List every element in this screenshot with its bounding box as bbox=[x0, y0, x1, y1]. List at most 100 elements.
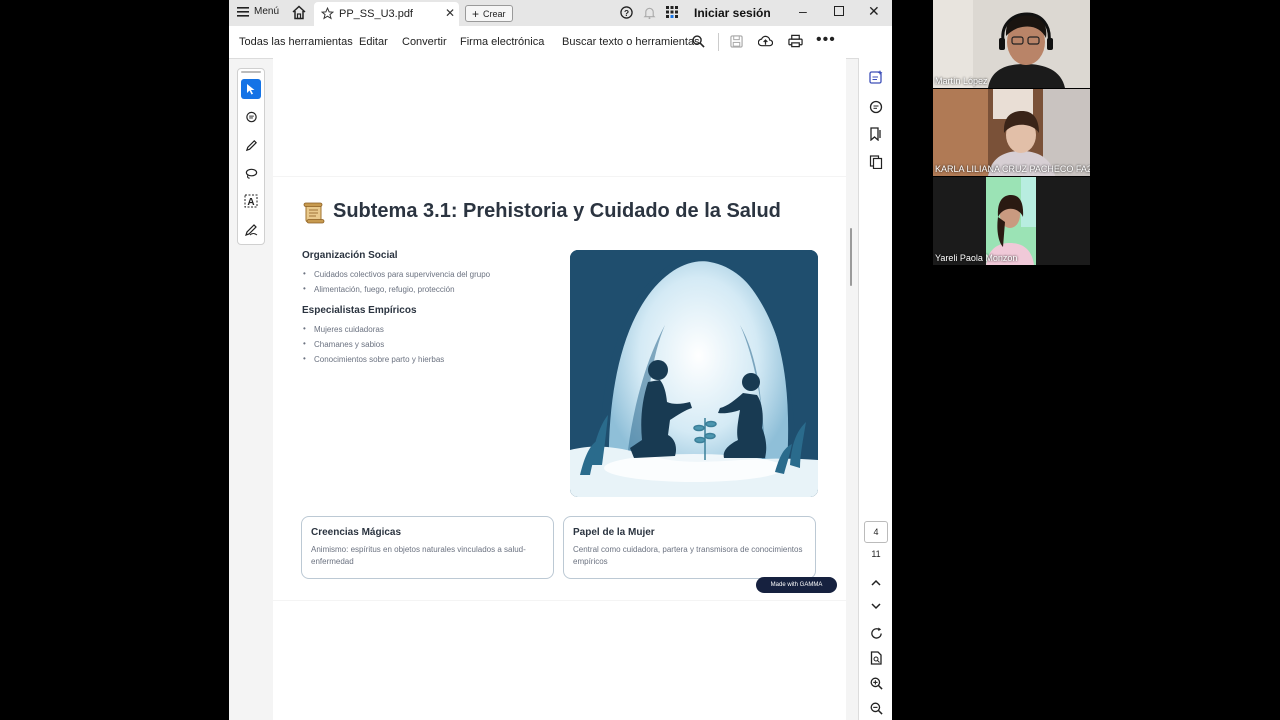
sign-tool[interactable] bbox=[241, 219, 261, 239]
apps-grid-icon[interactable] bbox=[666, 6, 678, 18]
zoom-in-icon bbox=[870, 677, 883, 690]
participant-video bbox=[933, 177, 1090, 265]
list-item: Chamanes y sabios bbox=[302, 339, 490, 349]
participant-name: KARLA LILIANA CRUZ PACHECO FA28 bbox=[935, 164, 1090, 174]
signature-pen-icon bbox=[245, 223, 258, 236]
upload-cloud-icon[interactable] bbox=[758, 34, 773, 48]
card-text: Animismo: espíritus en objetos naturales… bbox=[311, 545, 526, 566]
menu-button[interactable]: Menú bbox=[237, 6, 279, 17]
bookmark-icon bbox=[870, 127, 881, 141]
card-women-role: Papel de la Mujer Central como cuidadora… bbox=[563, 516, 816, 579]
card-magic-beliefs: Creencias Mágicas Animismo: espíritus en… bbox=[301, 516, 554, 579]
toolbar-divider bbox=[718, 33, 719, 51]
chevron-down-icon bbox=[871, 602, 881, 609]
convert-button[interactable]: Convertir bbox=[402, 36, 447, 48]
save-icon[interactable] bbox=[730, 35, 743, 48]
minimize-button[interactable]: – bbox=[799, 3, 807, 19]
text-tool[interactable]: A bbox=[241, 191, 261, 211]
participant-tile[interactable]: Martín López bbox=[933, 0, 1090, 88]
content-column: Organización Social Cuidados colectivos … bbox=[302, 250, 490, 364]
maximize-button[interactable] bbox=[834, 6, 844, 16]
print-icon[interactable] bbox=[788, 34, 803, 48]
close-window-button[interactable]: ✕ bbox=[868, 3, 880, 20]
draw-tool[interactable] bbox=[241, 163, 261, 183]
lasso-icon bbox=[245, 168, 257, 179]
cave-illustration bbox=[570, 250, 818, 497]
pen-icon bbox=[245, 139, 257, 151]
section-heading: Organización Social bbox=[302, 250, 398, 261]
card-title: Creencias Mágicas bbox=[311, 527, 402, 538]
annotation-toolbar: A bbox=[237, 68, 265, 245]
next-page-button[interactable] bbox=[867, 597, 885, 615]
slide-page: Subtema 3.1: Prehistoria y Cuidado de la… bbox=[273, 177, 846, 600]
home-icon bbox=[292, 5, 306, 20]
section-heading: Especialistas Empíricos bbox=[302, 305, 417, 316]
page-view-button[interactable] bbox=[867, 649, 885, 667]
all-tools-button[interactable]: Todas las herramientas bbox=[239, 36, 353, 48]
pdf-viewer-window: Menú PP_SS_U3.pdf ✕ + Crear ? Iniciar se… bbox=[229, 0, 892, 720]
tab-title: PP_SS_U3.pdf bbox=[339, 8, 413, 20]
document-tab[interactable]: PP_SS_U3.pdf ✕ bbox=[314, 2, 459, 26]
bookmarks-panel-button[interactable] bbox=[867, 125, 885, 143]
drag-handle[interactable] bbox=[241, 71, 261, 73]
title-bar: Menú PP_SS_U3.pdf ✕ + Crear ? Iniciar se… bbox=[229, 0, 892, 26]
comments-panel-button[interactable] bbox=[867, 98, 885, 116]
card-title: Papel de la Mujer bbox=[573, 527, 655, 538]
cave-scene-image bbox=[570, 250, 818, 497]
search-tools-button[interactable]: Buscar texto o herramientas bbox=[562, 36, 700, 48]
card-text: Central como cuidadora, partera y transm… bbox=[573, 545, 803, 566]
next-page bbox=[273, 601, 846, 720]
right-side-panel: 4 11 bbox=[858, 58, 892, 720]
cursor-icon bbox=[247, 84, 255, 95]
participant-video bbox=[933, 89, 1090, 176]
list-item: Mujeres cuidadoras bbox=[302, 324, 490, 334]
current-page-input[interactable]: 4 bbox=[864, 521, 888, 543]
text-box-icon: A bbox=[244, 194, 258, 208]
highlight-tool[interactable] bbox=[241, 135, 261, 155]
zoom-in-button[interactable] bbox=[867, 674, 885, 692]
star-icon[interactable] bbox=[321, 7, 334, 20]
ai-assistant-icon bbox=[869, 70, 883, 84]
previous-page bbox=[273, 58, 846, 176]
comment-tool[interactable] bbox=[241, 107, 261, 127]
chevron-up-icon bbox=[871, 579, 881, 586]
list-item: Alimentación, fuego, refugio, protección bbox=[302, 284, 490, 294]
zoom-out-icon bbox=[870, 702, 883, 715]
create-label: Crear bbox=[483, 8, 506, 19]
document-search-icon bbox=[870, 651, 882, 665]
zoom-out-button[interactable] bbox=[867, 699, 885, 717]
esign-button[interactable]: Firma electrónica bbox=[460, 36, 544, 48]
participant-name: Martín López bbox=[935, 76, 988, 86]
main-toolbar: Todas las herramientas Editar Convertir … bbox=[229, 26, 892, 59]
svg-text:?: ? bbox=[624, 8, 629, 18]
pages-panel-button[interactable] bbox=[867, 153, 885, 171]
vertical-scrollbar[interactable] bbox=[850, 228, 852, 286]
menu-label: Menú bbox=[254, 6, 280, 17]
home-button[interactable] bbox=[291, 5, 307, 25]
plus-icon: + bbox=[472, 6, 480, 21]
previous-page-button[interactable] bbox=[867, 573, 885, 591]
more-options-icon[interactable]: ••• bbox=[816, 31, 836, 49]
ai-assistant-button[interactable] bbox=[867, 68, 885, 86]
participant-tile[interactable]: KARLA LILIANA CRUZ PACHECO FA28 bbox=[933, 89, 1090, 176]
create-button[interactable]: + Crear bbox=[465, 5, 513, 22]
help-icon[interactable]: ? bbox=[620, 6, 633, 19]
refresh-button[interactable] bbox=[867, 624, 885, 642]
participant-name: Yareli Paola Monzon bbox=[935, 253, 1018, 263]
list-item: Cuidados colectivos para supervivencia d… bbox=[302, 269, 490, 279]
made-with-gamma-badge[interactable]: Made with GAMMA bbox=[756, 577, 837, 593]
scroll-icon bbox=[303, 202, 325, 224]
copy-pages-icon bbox=[869, 155, 883, 169]
bell-icon[interactable] bbox=[643, 6, 656, 20]
signin-button[interactable]: Iniciar sesión bbox=[694, 6, 771, 20]
search-icon[interactable] bbox=[692, 35, 705, 48]
select-tool[interactable] bbox=[241, 79, 261, 99]
participant-video bbox=[933, 0, 1090, 88]
comment-bubble-icon bbox=[869, 100, 883, 114]
participant-tile[interactable]: Yareli Paola Monzon bbox=[933, 177, 1090, 265]
comment-icon bbox=[245, 111, 257, 122]
edit-button[interactable]: Editar bbox=[359, 36, 388, 48]
close-tab-icon[interactable]: ✕ bbox=[445, 6, 455, 20]
total-pages: 11 bbox=[871, 549, 881, 559]
svg-text:A: A bbox=[247, 197, 254, 208]
